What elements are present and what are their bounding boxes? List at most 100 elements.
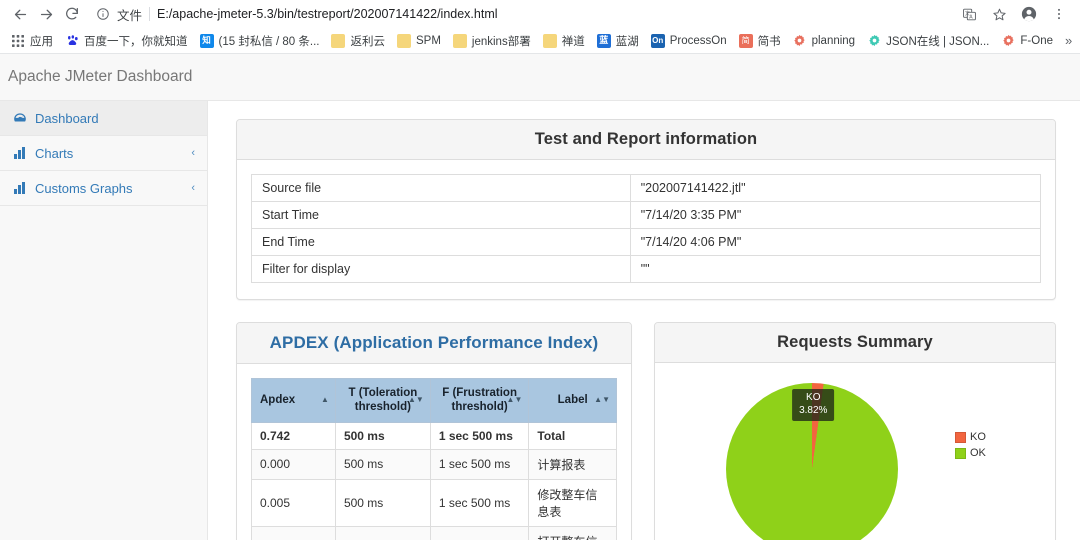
bookmark-lanhu[interactable]: 蓝 蓝湖	[592, 31, 646, 51]
table-row: End Time "7/14/20 4:06 PM"	[251, 228, 1042, 256]
reload-button[interactable]	[60, 2, 84, 26]
bookmark-label: SPM	[415, 34, 441, 47]
info-value: "7/14/20 4:06 PM"	[629, 228, 1042, 256]
cell-apdex: 0.005	[251, 478, 336, 527]
info-key: Source file	[251, 174, 631, 202]
table-row: Filter for display ""	[251, 255, 1042, 283]
cell-frustration: 1 sec 500 ms	[429, 421, 530, 450]
folder-icon	[542, 33, 557, 48]
sidebar-item-label: Customs Graphs	[35, 180, 133, 196]
cell-toleration: 500 ms	[334, 525, 431, 540]
cell-label: 计算报表	[528, 448, 617, 480]
apdex-column: APDEX (Application Performance Index) Ap…	[236, 322, 632, 540]
url-text[interactable]: E:/apache-jmeter-5.3/bin/testreport/2020…	[157, 7, 498, 21]
table-row: Source file "202007141422.jtl"	[251, 174, 1042, 202]
bookmark-label: JSON在线 | JSON...	[886, 35, 990, 48]
bookmark-planning[interactable]: planning	[788, 32, 862, 50]
bookmark-processon[interactable]: On ProcessOn	[646, 32, 734, 50]
bookmark-baidu[interactable]: 百度一下，你就知道	[60, 31, 195, 51]
address-bar[interactable]: 文件 E:/apache-jmeter-5.3/bin/testreport/2…	[92, 3, 948, 25]
table-row: 0.005 500 ms 1 sec 500 ms 修改整车信息表	[251, 478, 617, 527]
gear-green-icon	[867, 34, 881, 48]
sidebar-item-customs-graphs[interactable]: Customs Graphs ‹	[0, 171, 207, 206]
legend-label: KO	[970, 431, 986, 443]
chevron-left-icon: ‹	[191, 147, 195, 159]
bookmark-label: 禅道	[561, 35, 585, 48]
processon-icon: On	[650, 33, 665, 48]
legend-item-ok[interactable]: OK	[955, 447, 1041, 459]
cell-label: 打开整车信息表	[528, 525, 617, 540]
cell-frustration: 1 sec 500 ms	[429, 478, 530, 527]
back-button[interactable]	[8, 2, 32, 26]
omnibox-divider	[149, 7, 151, 21]
table-row: 0.742 500 ms 1 sec 500 ms Total	[251, 421, 617, 450]
column-header-label[interactable]: Label ▲▼	[528, 378, 617, 423]
info-value: "202007141422.jtl"	[629, 174, 1042, 202]
column-label: T (Toleration threshold)	[348, 387, 418, 414]
translate-icon[interactable]: 文A	[956, 2, 982, 26]
bar-chart-icon	[12, 147, 27, 159]
table-row: 0.000 500 ms 1 sec 500 ms 计算报表	[251, 448, 617, 480]
bookmark-label: 返利云	[350, 35, 385, 48]
bookmark-label: planning	[811, 34, 856, 47]
sidebar-item-dashboard[interactable]: Dashboard	[0, 101, 207, 136]
bookmark-folder-fanliyun[interactable]: 返利云	[326, 31, 392, 51]
bookmark-jianshu[interactable]: 简 简书	[734, 31, 788, 51]
bookmark-apps[interactable]: 应用	[6, 31, 60, 51]
browser-toolbar: 文件 E:/apache-jmeter-5.3/bin/testreport/2…	[0, 0, 1080, 28]
chart-legend: KO OK	[955, 377, 1041, 459]
panel-header: APDEX (Application Performance Index)	[237, 323, 631, 364]
bookmark-label: F-One	[1020, 34, 1053, 47]
browser-menu-icon[interactable]	[1046, 2, 1072, 26]
bookmark-zhihu[interactable]: 知 (15 封私信 / 80 条...	[195, 31, 327, 51]
bookmark-folder-chandao[interactable]: 禅道	[538, 31, 592, 51]
sort-toggle-icon[interactable]: ▲▼	[408, 395, 424, 404]
legend-swatch-ok	[955, 447, 966, 459]
sort-asc-icon[interactable]: ▲	[321, 395, 329, 404]
sidebar: Dashboard Charts ‹ Customs Graphs ‹	[0, 101, 208, 540]
requests-summary-panel: Requests Summary KO 3.82% KO OK	[654, 322, 1056, 540]
bookmark-label: jenkins部署	[471, 35, 531, 48]
bookmark-folder-jenkins[interactable]: jenkins部署	[448, 31, 538, 51]
profile-avatar-icon[interactable]	[1016, 2, 1042, 26]
test-info-table: Source file "202007141422.jtl" Start Tim…	[251, 174, 1042, 283]
bookmark-json-online[interactable]: JSON在线 | JSON...	[862, 31, 996, 51]
column-header-toleration[interactable]: T (Toleration threshold) ▲▼	[334, 378, 431, 423]
legend-label: OK	[970, 447, 986, 459]
column-header-frustration[interactable]: F (Frustration threshold) ▲▼	[429, 378, 530, 423]
table-row: 0.045 500 ms 1 sec 500 ms 打开整车信息表	[251, 525, 617, 540]
apdex-panel: APDEX (Application Performance Index) Ap…	[236, 322, 632, 540]
info-value: "7/14/20 3:35 PM"	[629, 201, 1042, 229]
column-label: Label	[557, 394, 588, 407]
cell-frustration: 1 sec 500 ms	[429, 525, 530, 540]
column-header-apdex[interactable]: Apdex ▲	[251, 378, 336, 423]
info-key: End Time	[251, 228, 631, 256]
test-report-information-panel: Test and Report information Source file …	[236, 119, 1056, 300]
sidebar-item-charts[interactable]: Charts ‹	[0, 136, 207, 171]
bookmarks-overflow-button[interactable]: »	[1060, 33, 1077, 48]
legend-item-ko[interactable]: KO	[955, 431, 1041, 443]
bookmark-star-icon[interactable]	[986, 2, 1012, 26]
forward-button[interactable]	[34, 2, 58, 26]
bookmark-f-one[interactable]: F-One	[996, 32, 1060, 50]
dashboard-row: APDEX (Application Performance Index) Ap…	[236, 322, 1056, 540]
cell-toleration: 500 ms	[334, 478, 431, 527]
lanhu-icon: 蓝	[596, 33, 611, 48]
panel-title: APDEX (Application Performance Index)	[269, 333, 599, 352]
table-header-row: Apdex ▲ T (Toleration threshold) ▲▼ F (F…	[251, 378, 617, 423]
info-circle-icon[interactable]	[96, 7, 110, 21]
cell-toleration: 500 ms	[334, 448, 431, 480]
folder-icon	[331, 33, 346, 48]
bookmark-folder-spm[interactable]: SPM	[392, 32, 448, 50]
sort-toggle-icon[interactable]: ▲▼	[507, 395, 523, 404]
jianshu-icon: 简	[738, 33, 753, 48]
gear-orange-icon	[793, 34, 807, 48]
app-header: Apache JMeter Dashboard	[0, 54, 1080, 101]
legend-swatch-ko	[955, 431, 966, 443]
cell-label: 修改整车信息表	[528, 478, 617, 527]
cell-label: Total	[528, 421, 617, 450]
panel-title: Test and Report information	[534, 130, 758, 148]
sort-toggle-icon[interactable]: ▲▼	[594, 395, 610, 404]
chart-tooltip: KO 3.82%	[792, 389, 835, 421]
pie-chart-wrap: KO 3.82%	[669, 377, 955, 540]
